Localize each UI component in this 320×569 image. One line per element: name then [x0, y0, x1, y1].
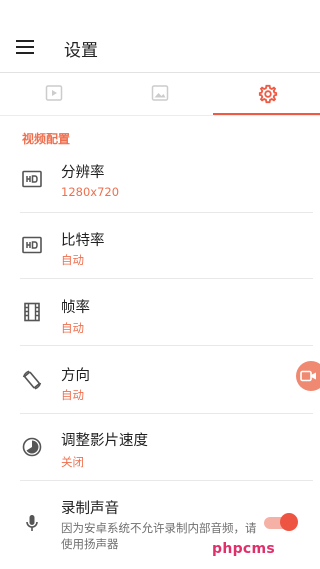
menu-icon[interactable]	[16, 40, 34, 54]
setting-value: 自动	[61, 388, 84, 402]
rotate-icon	[22, 370, 42, 390]
tab-video[interactable]	[0, 73, 106, 115]
hd-icon	[22, 236, 42, 254]
app-bar: 设置	[0, 0, 320, 73]
film-icon	[24, 302, 40, 322]
tab-settings[interactable]	[213, 73, 319, 115]
camera-icon	[300, 370, 316, 382]
speed-icon	[22, 437, 42, 457]
divider	[20, 278, 313, 279]
tab-bar	[0, 73, 320, 116]
hd-icon	[22, 170, 42, 188]
setting-value: 自动	[61, 253, 84, 267]
setting-label: 调整影片速度	[61, 433, 148, 449]
setting-label: 分辨率	[61, 165, 105, 181]
divider	[20, 413, 313, 414]
tab-image[interactable]	[106, 73, 212, 115]
setting-label: 比特率	[61, 233, 105, 249]
record-audio-toggle[interactable]	[262, 513, 298, 531]
divider	[20, 480, 313, 481]
watermark: phpcms	[212, 541, 276, 557]
page-title: 设置	[64, 41, 98, 61]
setting-value: 自动	[61, 321, 84, 335]
video-icon	[45, 85, 63, 101]
setting-label: 录制声音	[61, 501, 119, 517]
tab-indicator	[213, 113, 320, 115]
setting-label: 方向	[61, 368, 90, 384]
setting-value: 1280x720	[61, 185, 120, 199]
setting-resolution[interactable]: 分辨率 1280x720	[0, 147, 320, 213]
divider	[20, 345, 313, 346]
microphone-icon	[26, 515, 38, 531]
toggle-thumb	[280, 513, 298, 531]
setting-label: 帧率	[61, 300, 90, 316]
floating-record-button[interactable]	[296, 361, 320, 391]
section-header: 视频配置	[22, 132, 71, 146]
gear-icon	[258, 84, 278, 104]
setting-bitrate[interactable]: 比特率 自动	[0, 213, 320, 279]
setting-framerate[interactable]: 帧率 自动	[0, 280, 320, 346]
image-icon	[151, 85, 169, 101]
setting-orientation[interactable]: 方向 自动	[0, 348, 320, 414]
setting-value: 关闭	[61, 455, 84, 469]
setting-speed[interactable]: 调整影片速度 关闭	[0, 415, 320, 481]
